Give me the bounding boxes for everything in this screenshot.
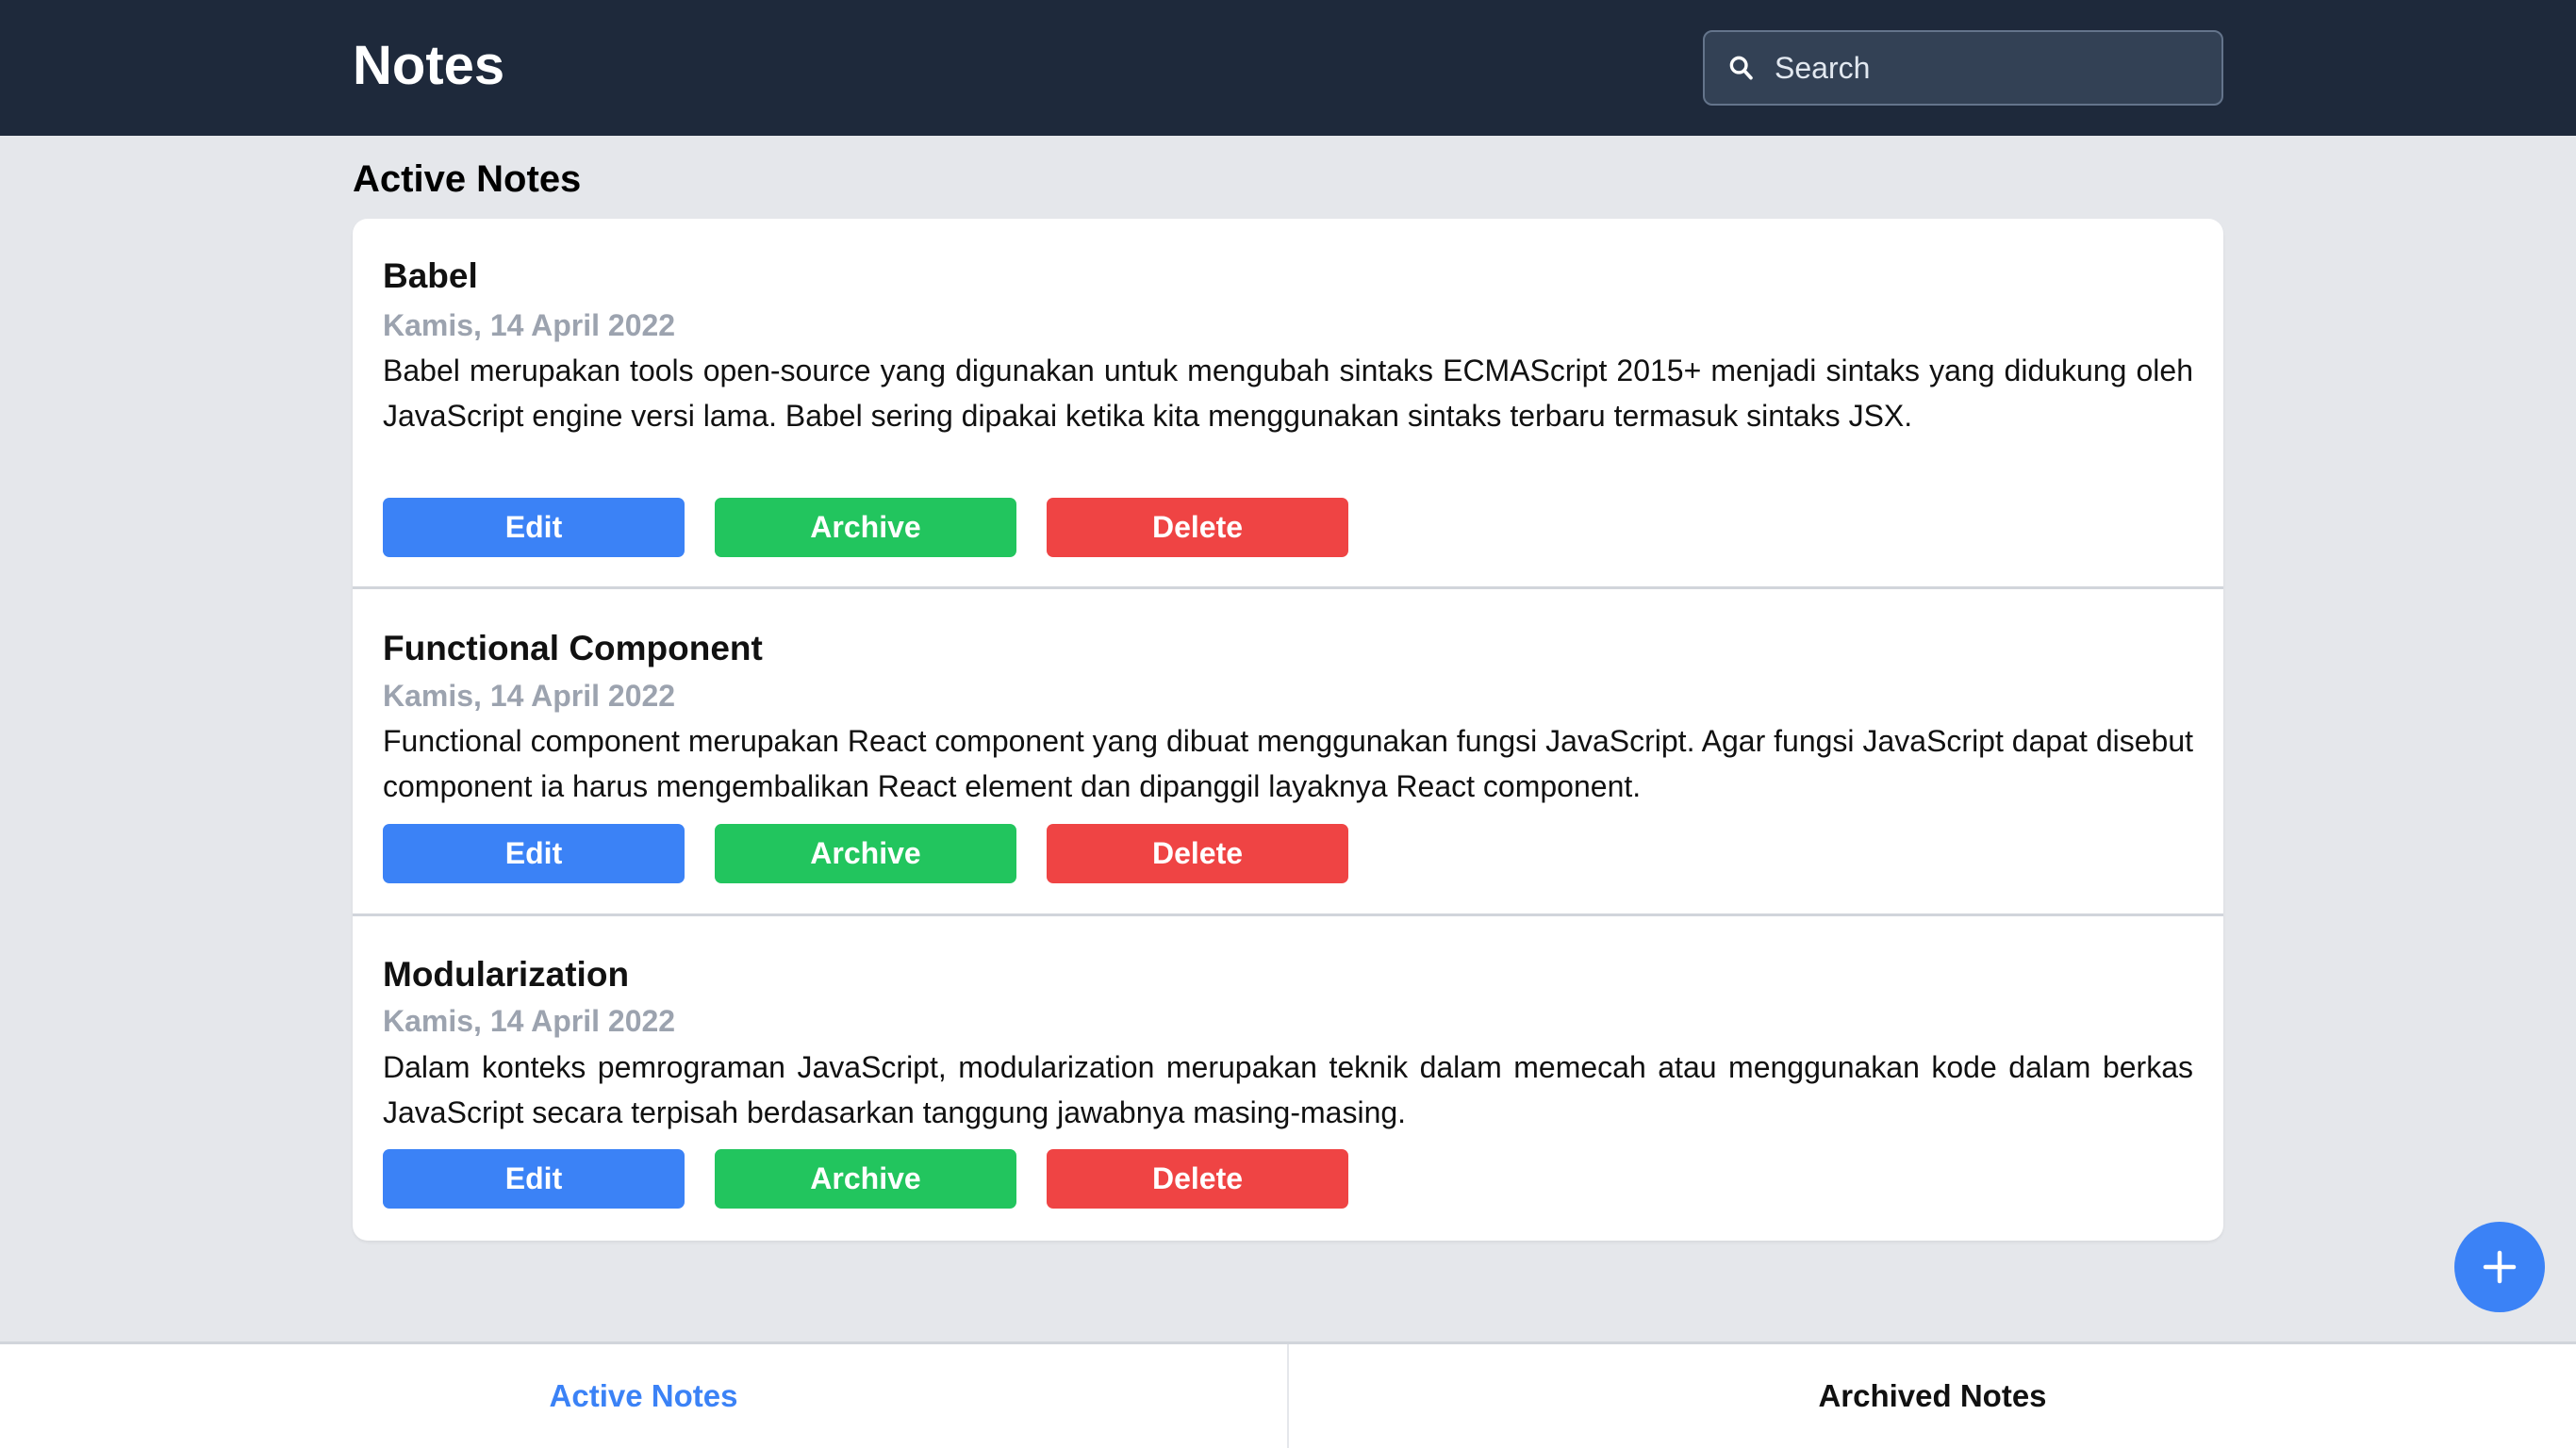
note-date: Kamis, 14 April 2022: [383, 679, 676, 713]
note-actions: Edit Archive Delete: [383, 498, 1348, 557]
section-title: Active Notes: [353, 158, 582, 200]
note-title: Babel: [383, 256, 478, 295]
edit-button[interactable]: Edit: [383, 824, 685, 883]
search-input[interactable]: [1775, 50, 2189, 86]
tab-archived-notes[interactable]: Archived Notes: [1287, 1344, 2576, 1448]
note-actions: Edit Archive Delete: [383, 1149, 1348, 1209]
delete-button[interactable]: Delete: [1047, 498, 1348, 557]
search-icon: [1726, 52, 1758, 84]
edit-button[interactable]: Edit: [383, 498, 685, 557]
note-item: Modularization Kamis, 14 April 2022 Dala…: [353, 916, 2223, 1241]
note-item: Functional Component Kamis, 14 April 202…: [353, 589, 2223, 916]
bottom-nav: Active Notes Archived Notes: [0, 1341, 2576, 1448]
add-note-button[interactable]: [2454, 1222, 2545, 1312]
tab-active-notes[interactable]: Active Notes: [0, 1344, 1287, 1448]
app-title: Notes: [353, 35, 505, 96]
note-body: Dalam konteks pemrograman JavaScript, mo…: [383, 1050, 2193, 1129]
plus-icon: [2483, 1250, 2517, 1284]
app-header: Notes: [0, 0, 2576, 136]
note-title: Modularization: [383, 955, 630, 994]
edit-button[interactable]: Edit: [383, 1149, 685, 1209]
delete-button[interactable]: Delete: [1047, 1149, 1348, 1209]
note-title: Functional Component: [383, 629, 763, 667]
archive-button[interactable]: Archive: [715, 1149, 1016, 1209]
note-date: Kamis, 14 April 2022: [383, 1004, 676, 1038]
search-box[interactable]: [1703, 30, 2223, 106]
archive-button[interactable]: Archive: [715, 498, 1016, 557]
archive-button[interactable]: Archive: [715, 824, 1016, 883]
note-date: Kamis, 14 April 2022: [383, 308, 676, 342]
note-actions: Edit Archive Delete: [383, 824, 1348, 883]
note-item: Babel Kamis, 14 April 2022 Babel merupak…: [353, 219, 2223, 589]
delete-button[interactable]: Delete: [1047, 824, 1348, 883]
note-body: Functional component merupakan React com…: [383, 724, 2193, 803]
note-body: Babel merupakan tools open-source yang d…: [383, 354, 2193, 433]
notes-list: Babel Kamis, 14 April 2022 Babel merupak…: [353, 219, 2223, 1241]
